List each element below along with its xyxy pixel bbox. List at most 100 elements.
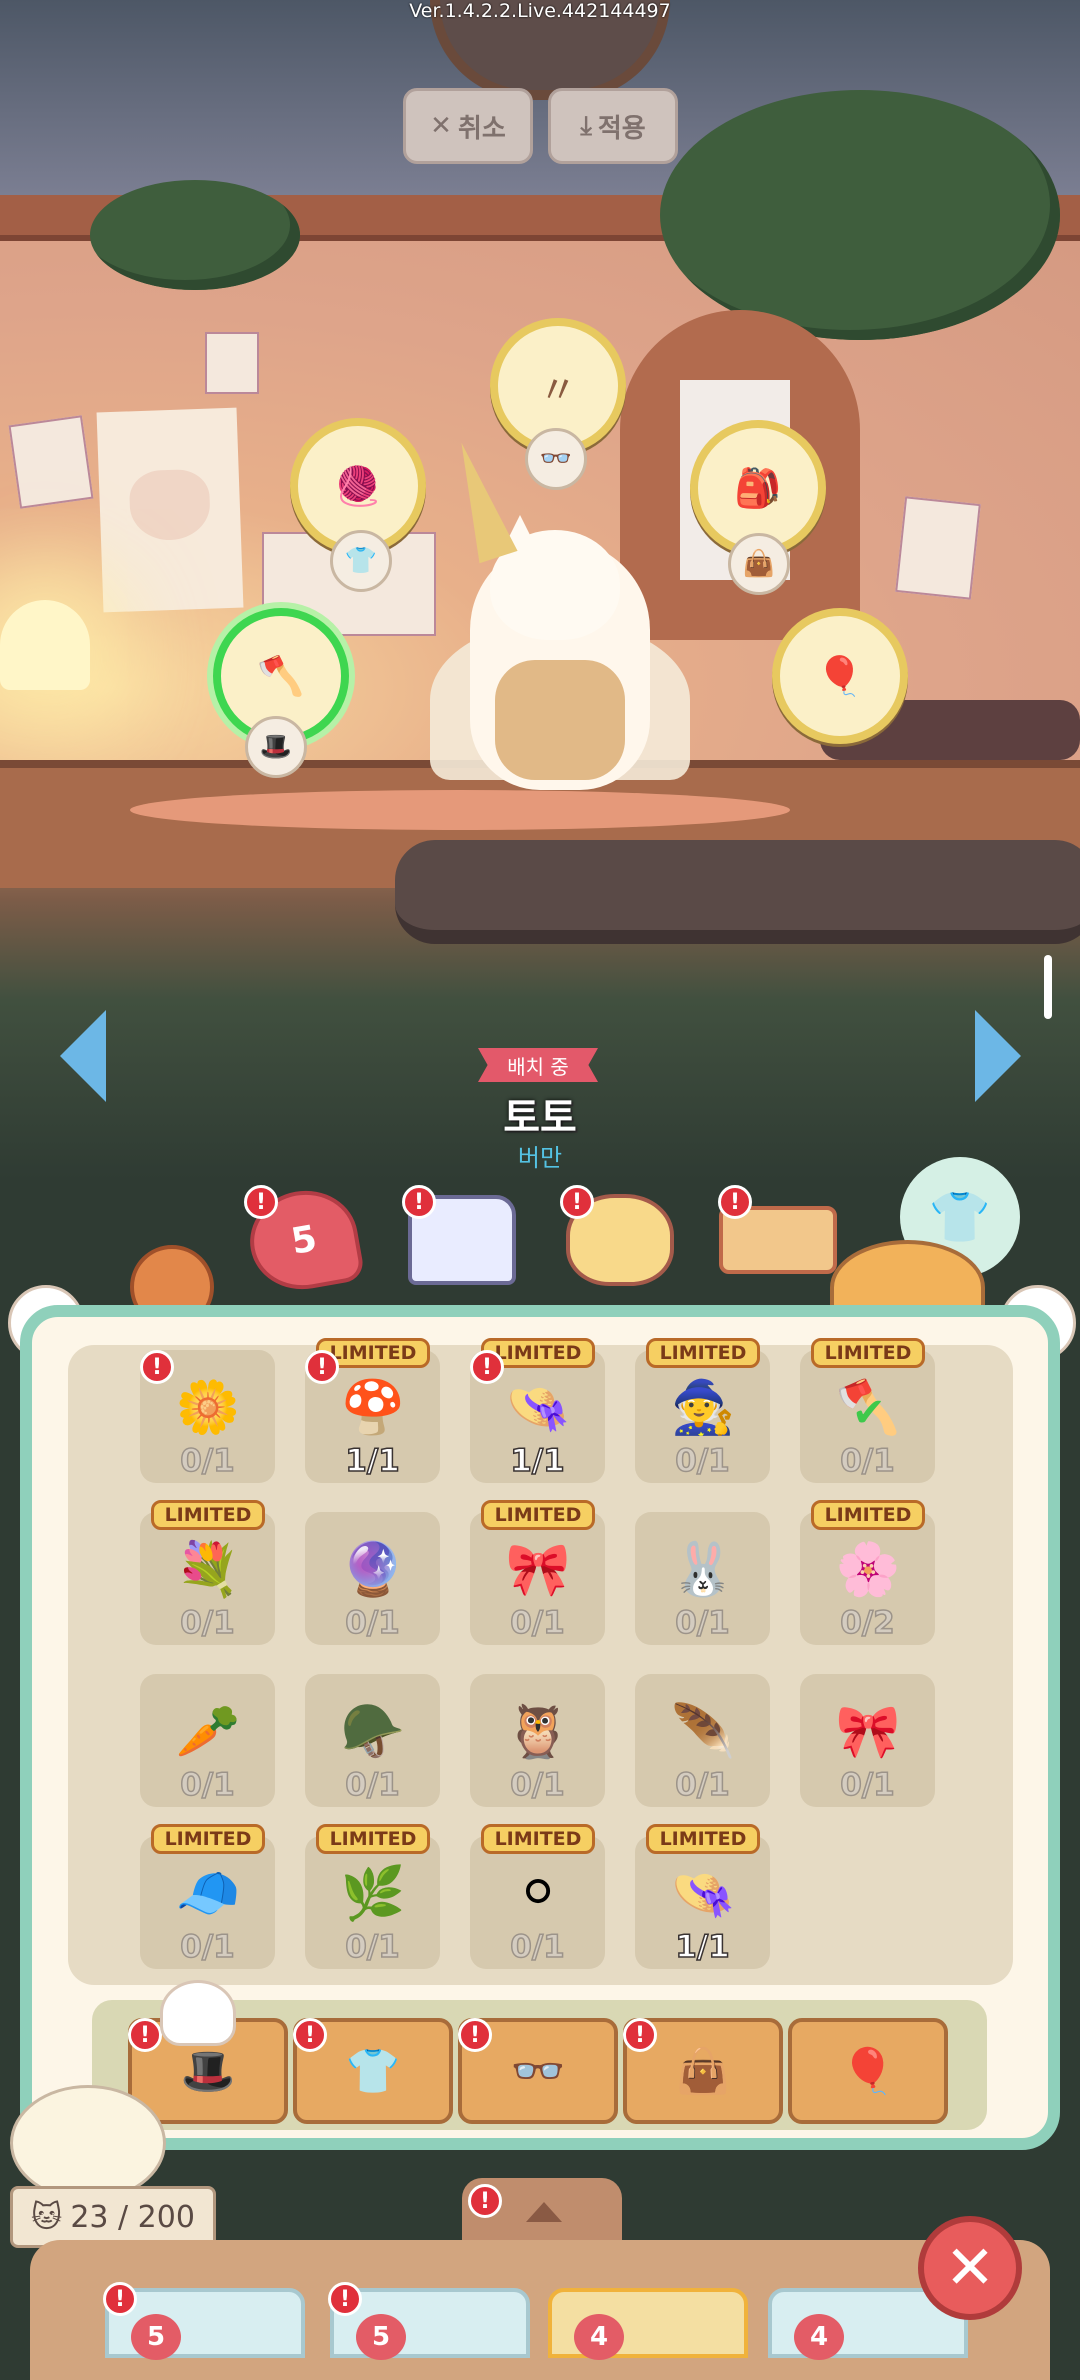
item-tile[interactable]: 🌿 0/1 LIMITED <box>305 1824 440 1969</box>
tab-food[interactable]: ! <box>718 1185 838 1295</box>
heart-value: 5 <box>131 2314 181 2360</box>
sweater-item-icon: 🧶 <box>334 463 382 508</box>
notification-badge: ! <box>468 2184 502 2218</box>
item-count: 0/1 <box>840 1442 896 1480</box>
item-tile[interactable]: 🧢 0/1 LIMITED <box>140 1824 275 1969</box>
item-art-icon: 🔮 <box>340 1539 406 1600</box>
item-count: 0/1 <box>180 1928 236 1966</box>
notification-badge: ! <box>140 1350 174 1384</box>
item-tile[interactable]: ⚪ 0/1 LIMITED <box>470 1824 605 1969</box>
cancel-label: 취소 <box>457 113 506 144</box>
cat-counter-value: 23 / 200 <box>70 2199 195 2235</box>
shirt-icon: 👕 <box>345 2046 401 2097</box>
item-count: 0/1 <box>180 1604 236 1642</box>
item-tile[interactable]: 🥕 0/1 <box>140 1674 275 1807</box>
item-tile[interactable]: 💐 0/1 LIMITED <box>140 1500 275 1645</box>
item-tile[interactable]: 🦉 0/1 <box>470 1674 605 1807</box>
item-art-icon: 🥕 <box>175 1701 241 1762</box>
item-art-icon: 🌼 <box>175 1377 241 1438</box>
item-art-icon: 🍄 <box>340 1377 406 1438</box>
axe-item-icon: 🪓 <box>257 653 305 698</box>
rug <box>130 790 790 830</box>
apply-button[interactable]: ⤓ 적용 <box>548 88 678 164</box>
item-count: 0/1 <box>675 1766 731 1804</box>
item-count: 0/1 <box>345 1766 401 1804</box>
item-count: 1/1 <box>675 1928 731 1966</box>
item-art-icon: 🪶 <box>670 1701 736 1762</box>
item-art-icon: 🦉 <box>505 1701 571 1762</box>
roster-card[interactable]: 5! <box>328 2282 530 2360</box>
x-icon: ✕ <box>430 111 452 141</box>
item-tile[interactable]: 🎀 0/1 <box>800 1674 935 1807</box>
limited-badge: LIMITED <box>151 1824 265 1854</box>
item-tile[interactable]: 🌸 0/2 LIMITED <box>800 1500 935 1645</box>
expand-roster-tab[interactable]: ! <box>462 2178 622 2248</box>
notification-badge: ! <box>293 2018 327 2052</box>
status-badge: 배치 중 <box>478 1048 598 1082</box>
item-art-icon: 🐰 <box>670 1539 736 1600</box>
chevron-up-icon <box>526 2202 562 2222</box>
tab-affection[interactable]: 5 ! <box>242 1182 366 1298</box>
limited-badge: LIMITED <box>646 1338 760 1368</box>
tab-clothes[interactable]: ! <box>402 1185 522 1295</box>
item-tile[interactable]: 🐰 0/1 <box>635 1512 770 1645</box>
item-count: 0/2 <box>840 1604 896 1642</box>
item-count: 0/1 <box>180 1766 236 1804</box>
category-top[interactable]: 👕! <box>293 2018 453 2124</box>
item-tile[interactable]: 🧙 0/1 LIMITED <box>635 1338 770 1483</box>
cat-poster <box>96 407 244 613</box>
item-art-icon: 👒 <box>505 1377 571 1438</box>
notification-badge: ! <box>623 2018 657 2052</box>
notification-badge: ! <box>305 1350 339 1384</box>
scroll-indicator[interactable] <box>1044 955 1052 1019</box>
vine-right <box>660 90 1060 340</box>
category-bag[interactable]: 👜! <box>623 2018 783 2124</box>
next-cat-arrow[interactable] <box>975 1010 1021 1102</box>
item-count: 0/1 <box>510 1766 566 1804</box>
notification-badge: ! <box>718 1185 752 1219</box>
item-count: 1/1 <box>510 1442 566 1480</box>
tab-face[interactable]: ! <box>560 1185 680 1295</box>
item-tile[interactable]: 👒 1/1 LIMITED! <box>470 1338 605 1483</box>
check-icon: ✔ <box>852 1390 886 1436</box>
item-tile[interactable]: 🍄 1/1 LIMITED! <box>305 1338 440 1483</box>
notification-badge: ! <box>458 2018 492 2052</box>
prev-cat-arrow[interactable] <box>60 1010 106 1102</box>
close-button[interactable]: ✕ <box>918 2216 1022 2320</box>
item-tile[interactable]: 🪖 0/1 <box>305 1674 440 1807</box>
bunny-mascot <box>160 1980 236 2046</box>
item-count: 0/1 <box>510 1604 566 1642</box>
room-scene <box>0 0 1080 1180</box>
notification-badge: ! <box>328 2282 362 2316</box>
affection-value: 5 <box>288 1217 320 1263</box>
balloon-icon: 🎈 <box>816 653 864 698</box>
cat-icon: 🐱 <box>31 2199 63 2235</box>
item-art-icon: 🪖 <box>340 1701 406 1762</box>
limited-badge: LIMITED <box>481 1824 595 1854</box>
cat-counter: 🐱 23 / 200 <box>10 2186 216 2248</box>
roster-card[interactable]: 5! <box>103 2282 305 2360</box>
item-art-icon: 🌿 <box>340 1863 406 1924</box>
item-tile[interactable]: 👒 1/1 LIMITED <box>635 1824 770 1969</box>
item-tile[interactable]: 🔮 0/1 <box>305 1512 440 1645</box>
item-tile[interactable]: 🎀 0/1 LIMITED <box>470 1500 605 1645</box>
item-tile[interactable]: 🪶 0/1 <box>635 1674 770 1807</box>
item-tile[interactable]: 🌼 0/1! <box>140 1350 275 1483</box>
category-glasses[interactable]: 👓! <box>458 2018 618 2124</box>
cancel-button[interactable]: ✕ 취소 <box>403 88 533 164</box>
item-count: 0/1 <box>510 1928 566 1966</box>
vine-left <box>90 180 300 290</box>
notification-badge: ! <box>244 1185 278 1219</box>
item-count: 0/1 <box>675 1604 731 1642</box>
item-tile[interactable]: 🪓 ✔ 0/1 LIMITED <box>800 1338 935 1483</box>
item-art-icon: 🌸 <box>835 1539 901 1600</box>
item-art-icon: ⚪ <box>516 1863 560 1923</box>
category-balloon[interactable]: 🎈 <box>788 2018 948 2124</box>
equip-slot-balloon[interactable]: 🎈 <box>772 608 908 744</box>
item-count: 0/1 <box>180 1442 236 1480</box>
cat-breed: 버만 <box>517 1144 563 1172</box>
heart-value: 4 <box>794 2314 844 2360</box>
limited-badge: LIMITED <box>316 1824 430 1854</box>
bag-icon: 👜 <box>675 2046 731 2097</box>
roster-card[interactable]: 4 <box>548 2288 748 2360</box>
